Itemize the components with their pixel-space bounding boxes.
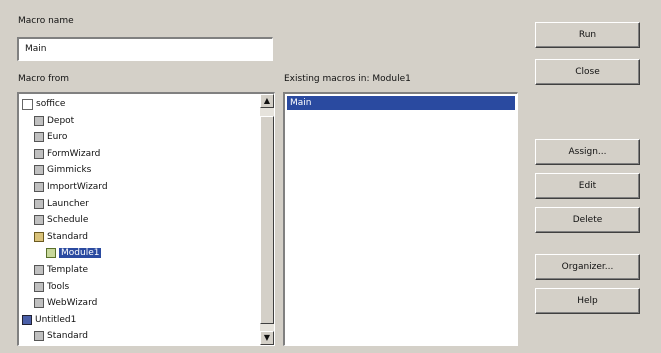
existing-macros-label: Existing macros in: Module1 xyxy=(284,74,411,84)
tree-item-label: WebWizard xyxy=(47,298,98,309)
tree-item[interactable]: FormWizard xyxy=(34,147,100,161)
organizer-button[interactable]: Organizer... xyxy=(535,254,640,280)
tree-item[interactable]: Standard xyxy=(34,329,88,343)
library-icon xyxy=(34,298,44,309)
library-icon xyxy=(34,148,44,159)
tree-item-label: Tools xyxy=(47,281,70,292)
scroll-thumb[interactable] xyxy=(260,116,274,324)
tree-item-label: Template xyxy=(47,265,89,275)
macro-list-item[interactable]: Main xyxy=(287,96,515,110)
library-icon xyxy=(34,115,44,126)
macro-name-input[interactable]: Main xyxy=(17,37,273,61)
tree-item-label: Standard xyxy=(47,331,88,342)
run-button[interactable]: Run xyxy=(535,22,640,48)
tree-item[interactable]: WebWizard xyxy=(34,296,97,310)
tree-item[interactable]: Schedule xyxy=(34,213,88,227)
library-icon xyxy=(34,265,44,275)
tree-item[interactable]: Launcher xyxy=(34,197,89,211)
tree-item[interactable]: ImportWizard xyxy=(34,180,108,194)
module-icon xyxy=(46,248,56,259)
document-icon xyxy=(22,314,32,325)
tree-item-label: Schedule xyxy=(47,215,89,226)
existing-macros-list[interactable]: Main xyxy=(283,92,518,346)
library-icon xyxy=(34,215,44,226)
tree-item[interactable]: Template xyxy=(34,263,88,277)
library-icon xyxy=(34,182,44,192)
macro-from-label: Macro from xyxy=(18,74,70,84)
edit-button[interactable]: Edit xyxy=(535,173,640,199)
tree-item-label: Euro xyxy=(47,132,68,143)
delete-button[interactable]: Delete xyxy=(535,207,640,233)
tree-item[interactable]: Depot xyxy=(34,114,74,128)
tree-item-label: ImportWizard xyxy=(47,182,108,192)
macro-name-label: Macro name xyxy=(18,16,74,26)
tree-item-label: Launcher xyxy=(47,198,89,209)
tree-item[interactable]: Untitled1 xyxy=(22,313,76,327)
tree-item[interactable]: Gimmicks xyxy=(34,163,91,177)
library-open-icon xyxy=(34,231,44,242)
expand-box-icon xyxy=(22,98,33,110)
macro-name-value: Main xyxy=(25,44,47,54)
close-button[interactable]: Close xyxy=(535,59,640,85)
library-icon xyxy=(34,132,44,143)
tree-item[interactable]: Module1 xyxy=(46,246,102,260)
tree-item[interactable]: Standard xyxy=(34,230,88,244)
tree-item-label: Module1 xyxy=(59,248,102,259)
library-tree[interactable]: soffice Depot Euro FormWizard Gimmicks Import… xyxy=(17,92,275,346)
assign-button[interactable]: Assign... xyxy=(535,139,640,165)
tree-item-label: Standard xyxy=(47,231,88,242)
library-icon xyxy=(34,165,44,176)
tree-item[interactable]: Euro xyxy=(34,130,67,144)
scroll-up-button[interactable]: ▲ xyxy=(260,94,274,108)
help-button[interactable]: Help xyxy=(535,288,640,314)
tree-item-label: Gimmicks xyxy=(47,165,92,176)
tree-item-label: Untitled1 xyxy=(35,314,77,325)
library-icon xyxy=(34,331,44,342)
library-icon xyxy=(34,281,44,292)
scroll-down-button[interactable]: ▼ xyxy=(260,331,274,345)
tree-item-label: soffice xyxy=(36,99,66,109)
tree-item-label: FormWizard xyxy=(47,148,101,159)
tree-scrollbar[interactable]: ▲ ▼ xyxy=(260,94,274,345)
tree-item[interactable]: soffice xyxy=(22,97,65,111)
tree-item-label: Depot xyxy=(47,115,75,126)
library-icon xyxy=(34,198,44,209)
tree-item[interactable]: Tools xyxy=(34,280,69,294)
library-tree-items: soffice Depot Euro FormWizard Gimmicks Import… xyxy=(19,94,260,345)
